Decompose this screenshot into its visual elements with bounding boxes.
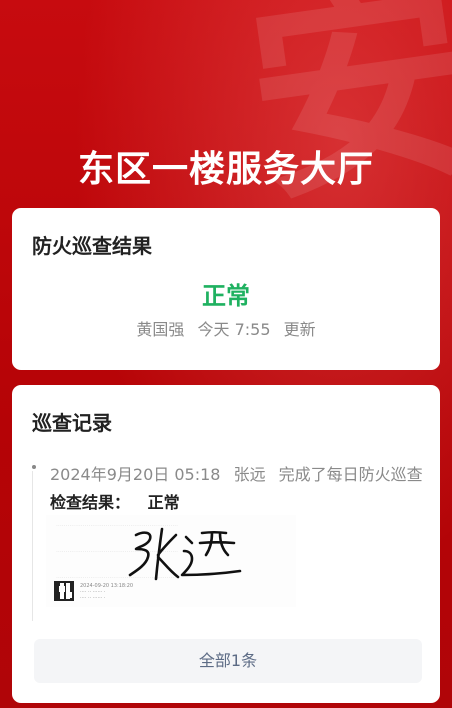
updated-suffix: 更新 [283,320,316,339]
signature-handwriting [128,527,242,581]
record-summary: 2024年9月20日 05:18 张远 完成了每日防火巡查 [50,461,423,485]
result-value: 正常 [147,493,180,512]
view-all-records-button[interactable]: 全部1条 [34,639,422,683]
status-badge: 正常 [202,282,250,310]
record-action: 完成了每日防火巡查 [278,465,423,484]
signature-meta: 2024-09-20 13:18:20 ···· ·· ······ · ···… [80,583,134,601]
records-title: 巡查记录 [32,411,112,435]
signature-image[interactable]: ········································… [46,515,296,607]
qr-code-icon [54,581,74,601]
patrol-result-title: 防火巡查结果 [32,234,152,258]
patrol-result-card: 防火巡查结果 正常 黄国强 今天 7:55 更新 [12,208,440,370]
updated-time: 今天 7:55 [197,320,271,339]
record-datetime: 2024年9月20日 05:18 [50,465,221,484]
result-label: 检查结果： [50,493,131,512]
updated-by: 黄国强 [136,320,185,339]
record-result: 检查结果： 正常 [50,489,180,513]
timeline-dot [32,465,36,469]
page-title: 东区一楼服务大厅 [77,149,374,190]
timeline-line [32,471,33,621]
update-info: 黄国强 今天 7:55 更新 [12,316,440,340]
record-person: 张远 [233,465,266,484]
patrol-records-card: 巡查记录 2024年9月20日 05:18 张远 完成了每日防火巡查 检查结果：… [12,385,440,703]
